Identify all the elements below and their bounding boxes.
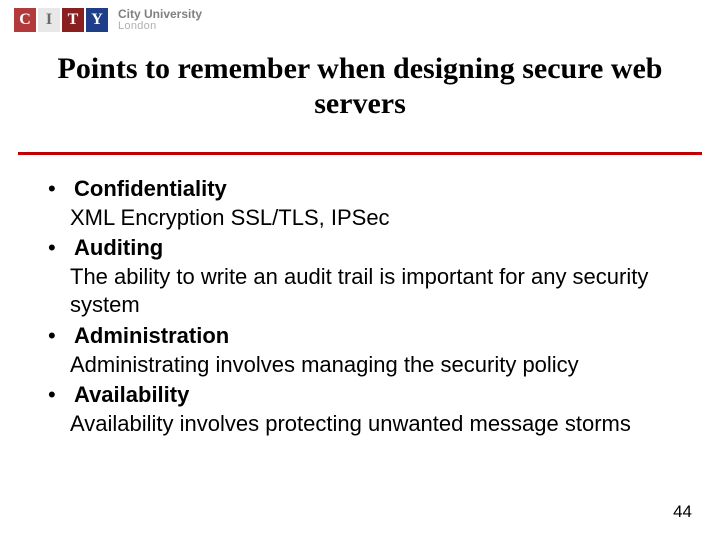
logo-tile-i: I: [38, 8, 60, 32]
logo-tile-t: T: [62, 8, 84, 32]
bullet-heading: Administration: [74, 322, 229, 351]
slide-body: • Confidentiality XML Encryption SSL/TLS…: [48, 175, 678, 440]
logo-text-top: City University: [118, 8, 202, 21]
slide: C I T Y City University London Points to…: [0, 0, 720, 540]
bullet-dot-icon: •: [48, 381, 74, 410]
logo-block: C I T Y City University London: [14, 8, 202, 32]
slide-title: Points to remember when designing secure…: [0, 52, 720, 121]
bullet-description: XML Encryption SSL/TLS, IPSec: [70, 204, 650, 233]
logo-tile-y: Y: [86, 8, 108, 32]
bullet-item: • Auditing The ability to write an audit…: [48, 234, 678, 320]
bullet-dot-icon: •: [48, 234, 74, 263]
bullet-dot-icon: •: [48, 175, 74, 204]
bullet-heading: Availability: [74, 381, 189, 410]
bullet-item: • Confidentiality XML Encryption SSL/TLS…: [48, 175, 678, 232]
divider-rule: [18, 152, 702, 155]
bullet-item: • Availability Availability involves pro…: [48, 381, 678, 438]
bullet-item: • Administration Administrating involves…: [48, 322, 678, 379]
logo-text-bottom: London: [118, 21, 202, 33]
page-number: 44: [673, 502, 692, 522]
logo-tile-c: C: [14, 8, 36, 32]
bullet-description: The ability to write an audit trail is i…: [70, 263, 650, 320]
bullet-description: Administrating involves managing the sec…: [70, 351, 650, 380]
bullet-dot-icon: •: [48, 322, 74, 351]
bullet-heading: Auditing: [74, 234, 163, 263]
bullet-description: Availability involves protecting unwante…: [70, 410, 650, 439]
logo-text: City University London: [118, 8, 202, 32]
bullet-heading: Confidentiality: [74, 175, 227, 204]
logo-tiles: C I T Y: [14, 8, 108, 32]
